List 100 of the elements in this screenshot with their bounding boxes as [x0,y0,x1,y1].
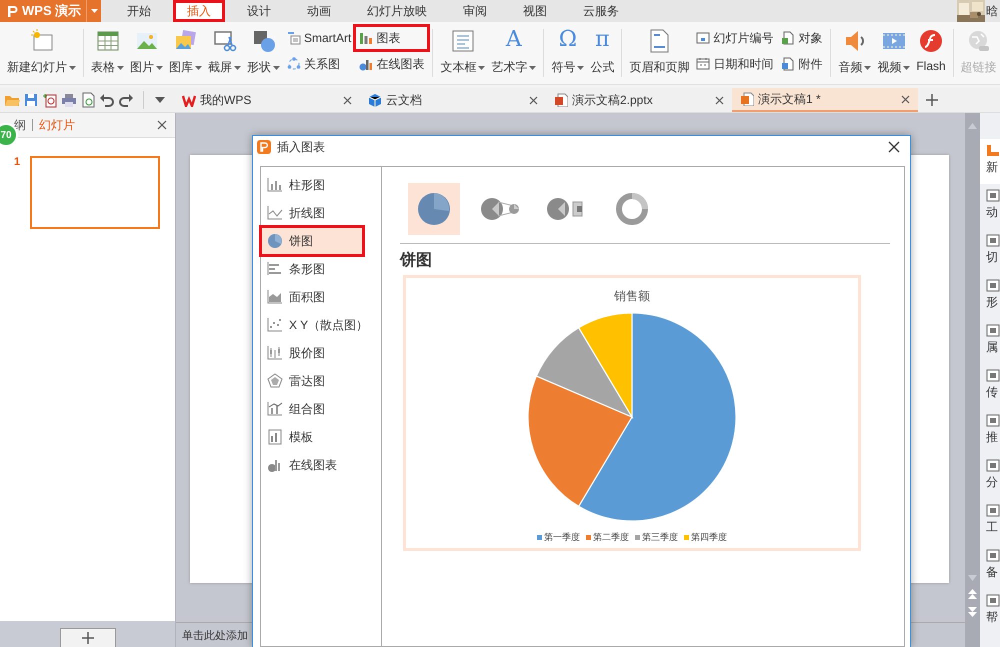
panel-icon [986,278,1000,292]
slide-thumbnail[interactable] [30,156,160,229]
document-tab[interactable]: 云文档 [360,88,546,112]
logo-icon [6,4,18,18]
close-icon [888,141,900,153]
caret-icon [156,66,163,70]
chart-title: 销售额 [614,288,650,305]
ribbon-button[interactable]: 页眉和页脚 [626,27,692,77]
undo-icon [99,92,115,108]
ribbon-button[interactable]: SmartArt [284,27,354,49]
caret-icon [903,66,910,70]
scissors-icon [212,29,236,53]
side-panel-tab[interactable]: 切 [980,229,1000,274]
dropdown-button[interactable] [86,0,101,22]
menu-tab[interactable]: 设计 [233,0,285,22]
add-slide-button[interactable] [60,628,116,647]
pie-chart-icon [267,233,283,249]
side-panel-tab[interactable]: 属 [980,319,1000,364]
next-page-icon [968,607,977,617]
menu-tab[interactable]: 审阅 [449,0,501,22]
side-panel-tab[interactable]: 工 [980,499,1000,544]
menu-tab[interactable]: 开始 [113,0,165,22]
line-chart-icon [267,205,283,221]
menu-tab[interactable]: 云服务 [569,0,633,22]
table-icon [96,29,120,53]
chart-type-item[interactable]: 股价图 [261,339,371,367]
chart-type-item[interactable]: 在线图表 [261,451,371,479]
ribbon-button[interactable]: π 公式 [587,27,618,77]
ribbon-button[interactable]: 图库 [166,27,205,77]
chart-type-item[interactable]: 饼图 [261,227,363,255]
presentation-file-icon [554,93,568,107]
panel-icon [986,143,1000,157]
document-tab[interactable]: 演示文稿1 * [732,88,918,112]
side-panel-tab[interactable]: 形 [980,274,1000,319]
legend-label: 第二季度 [593,531,629,544]
chart-type-item[interactable]: 雷达图 [261,367,371,395]
ribbon-button[interactable]: 形状 [244,27,283,77]
slide-number: 1 [14,156,20,168]
ribbon-button[interactable]: 图片 [127,27,166,77]
chart-type-item[interactable]: 模板 [261,423,371,451]
ribbon-button[interactable]: 视频 [874,27,914,77]
close-button[interactable] [886,139,902,155]
ribbon-button[interactable]: 音频 [835,27,874,77]
ribbon-button[interactable]: 幻灯片编号 [693,27,776,49]
ribbon-button[interactable]: 日期和时间 [693,53,776,75]
ribbon-button[interactable]: A 艺术字 [488,27,540,77]
preview-icon [80,92,96,108]
chart-type-item[interactable]: X Y（散点图） [261,311,371,339]
ribbon-button[interactable]: Ω 符号 [548,27,588,77]
side-panel-tab[interactable]: 帮 [980,589,1000,634]
chart-type-item[interactable]: 组合图 [261,395,371,423]
section-heading: 饼图 [400,250,433,271]
document-tab[interactable]: 演示文稿2.pptx [546,88,732,112]
scroll-down-icon [968,575,977,581]
menu-tab[interactable]: 动画 [293,0,345,22]
symbol-icon: Ω [558,27,577,53]
cube-icon [368,93,382,107]
side-panel-tab[interactable]: 推 [980,409,1000,454]
chart-variant-option[interactable] [408,183,460,235]
caret-icon [195,66,202,70]
calendar-icon [696,57,710,71]
ribbon-button[interactable]: 附件 [778,53,826,75]
ribbon-button[interactable]: 在线图表 [356,53,428,75]
ribbon-button[interactable]: Flash [913,27,949,77]
ribbon-button[interactable]: 新建幻灯片 [4,27,79,77]
menu-tab[interactable]: 视图 [509,0,561,22]
bar-chart-icon [267,177,283,193]
scrollbar[interactable] [965,113,980,647]
document-tab[interactable]: 我的WPS [174,88,360,112]
side-panel-tab[interactable]: 动 [980,184,1000,229]
panel-icon [986,233,1000,247]
ribbon-button[interactable]: 关系图 [284,53,354,75]
side-panel-tab[interactable]: 备 [980,544,1000,589]
ribbon-button[interactable]: 文本框 [437,27,488,77]
chart-type-item[interactable]: 面积图 [261,283,371,311]
online-chart-icon [359,57,374,71]
redo-icon [118,92,134,108]
side-panel-tab[interactable]: 新 [980,139,1000,184]
side-panel-tab[interactable]: 传 [980,364,1000,409]
chart-type-item[interactable]: 折线图 [261,199,371,227]
text-box-icon [450,29,475,53]
caret-icon [90,9,98,13]
ribbon-button[interactable]: 图表 [356,27,428,49]
export-icon [42,92,58,108]
stock-chart-icon [267,345,283,361]
chart-type-item[interactable]: 柱形图 [261,171,371,199]
plus-icon [926,94,938,106]
flash-icon [919,29,944,53]
chart-type-item[interactable]: 条形图 [261,255,371,283]
ribbon-button[interactable]: 对象 [778,27,826,49]
side-panel-tab[interactable]: 分 [980,454,1000,499]
smartart-icon [287,31,301,45]
attachment-icon [781,57,796,71]
caret-icon [69,66,76,70]
ribbon-button[interactable]: 截屏 [205,27,244,77]
scroll-up-icon [968,123,977,129]
menu-tab[interactable]: 幻灯片放映 [353,0,441,22]
menu-tab[interactable]: 插入 [173,0,225,22]
ribbon-button[interactable]: 表格 [88,27,127,77]
panel-icon [986,458,1000,472]
